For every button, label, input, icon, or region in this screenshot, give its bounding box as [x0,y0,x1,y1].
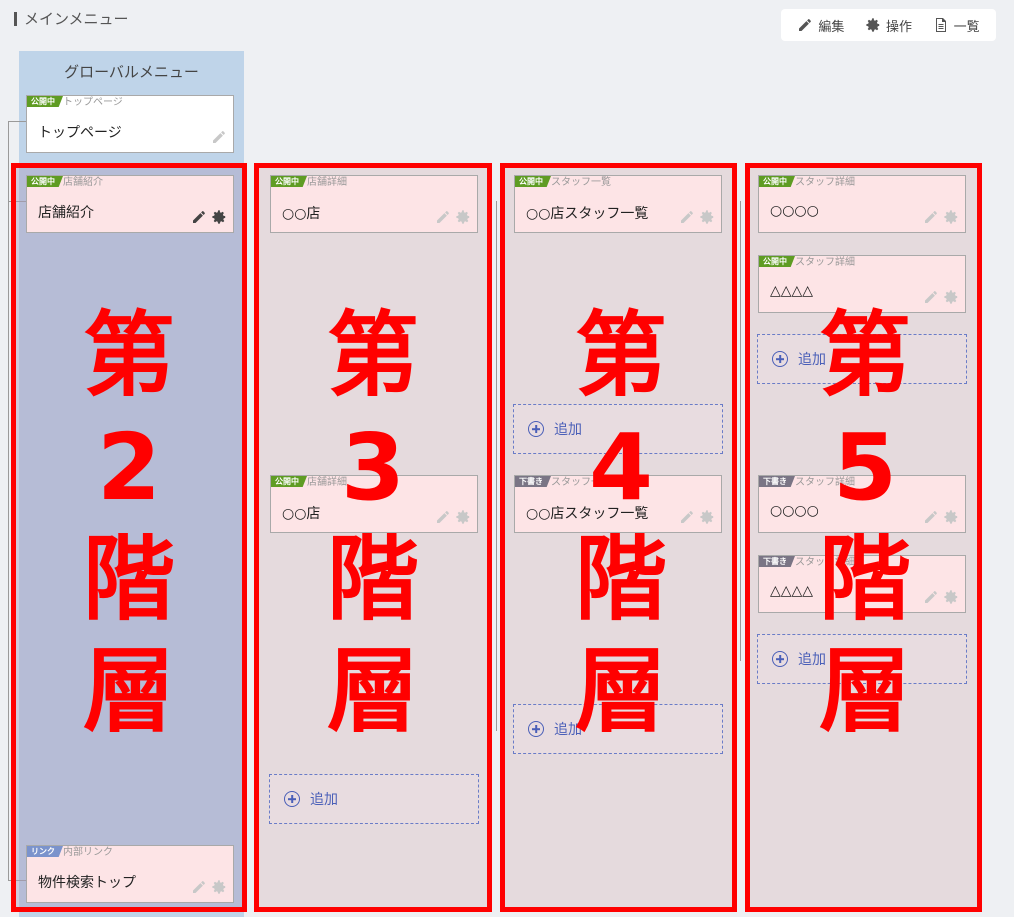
pencil-icon[interactable] [923,589,939,605]
menu-card-top-page[interactable]: 公開中 トップページ トップページ [26,95,234,153]
card-type-label: スタッフ一覧 [551,177,611,188]
add-label: 追加 [310,792,338,808]
list-button[interactable]: 一覧 [933,16,980,35]
status-badge: 下書き [759,476,795,487]
add-circle-icon [772,651,788,667]
pencil-icon[interactable] [923,209,939,225]
card-type-label: スタッフ詳細 [795,177,855,188]
gear-icon[interactable] [211,879,227,895]
add-circle-icon [284,791,300,807]
card-title: △△△△ [770,583,814,599]
status-badge: 公開中 [27,96,63,107]
title-bar-marker [14,11,17,26]
card-title: ○○店 [282,206,321,222]
card-title: 物件検索トップ [38,875,136,891]
gear-icon[interactable] [699,509,715,525]
gear-icon[interactable] [943,289,959,305]
link-badge: リンク [27,846,63,857]
annotation-char: 3 [340,414,405,521]
add-page-button[interactable]: 追加 [269,774,479,824]
status-badge: 下書き [759,556,795,567]
list-label: 一覧 [953,19,980,35]
menu-card-staff-list[interactable]: 公開中 スタッフ一覧 ○○店スタッフ一覧 [514,175,722,233]
annotation-char: 階 [82,526,175,633]
pencil-icon[interactable] [923,509,939,525]
card-title: ○○店スタッフ一覧 [526,206,649,222]
card-type-label: トップページ [63,97,123,108]
gear-icon[interactable] [455,209,471,225]
menu-card-shop-intro[interactable]: 公開中 店舗紹介 店舗紹介 [26,175,234,233]
status-badge: 公開中 [759,256,795,267]
status-badge: 公開中 [271,476,307,487]
card-title: ○○○○ [770,203,819,219]
status-badge: 下書き [515,476,551,487]
gear-icon[interactable] [699,209,715,225]
menu-card-shop-detail[interactable]: 公開中 店舗詳細 ○○店 [270,175,478,233]
card-type-label: 店舗紹介 [63,177,103,188]
card-title: トップページ [38,125,122,141]
annotation-char: 階 [574,526,667,633]
annotation-char: 4 [588,414,653,521]
gear-icon[interactable] [943,209,959,225]
page-title: メインメニュー [14,8,129,29]
operate-label: 操作 [885,19,912,35]
pencil-icon [799,19,812,31]
annotation-char: 5 [832,414,897,521]
page-title-text: メインメニュー [24,10,129,28]
annotation-char: 2 [96,414,161,521]
gear-icon [866,18,880,32]
card-title: 店舗紹介 [38,205,94,221]
edit-label: 編集 [818,19,845,35]
annotation-char: 第 [82,302,175,409]
card-type-label: 店舗詳細 [307,177,347,188]
tree-connector [740,201,741,661]
tree-connector [8,121,9,881]
status-badge: 公開中 [27,176,63,187]
toolbar: 編集 操作 一覧 [781,9,996,41]
operate-button[interactable]: 操作 [865,16,912,35]
annotation-char: 第 [818,302,911,409]
annotation-char: 層 [82,638,175,745]
pencil-icon[interactable] [435,209,451,225]
annotation-char: 層 [574,638,667,745]
status-badge: 公開中 [759,176,795,187]
annotation-char: 階 [326,526,419,633]
card-title: △△△△ [770,283,814,299]
gear-icon[interactable] [943,589,959,605]
add-circle-icon [528,721,544,737]
add-circle-icon [772,351,788,367]
annotation-char: 層 [326,638,419,745]
pencil-icon[interactable] [679,209,695,225]
annotation-char: 第 [574,302,667,409]
gear-icon[interactable] [455,509,471,525]
menu-card-internal-link[interactable]: リンク 内部リンク 物件検索トップ [26,845,234,903]
document-icon [935,18,946,32]
status-badge: 公開中 [271,176,307,187]
global-menu-title: グローバルメニュー [64,63,199,81]
tree-connector [496,201,497,731]
card-title: ○○店 [282,506,321,522]
pencil-icon[interactable] [435,509,451,525]
edit-button[interactable]: 編集 [797,16,844,35]
pencil-icon[interactable] [191,879,207,895]
annotation-char: 第 [326,302,419,409]
pencil-icon[interactable] [679,509,695,525]
pencil-icon[interactable] [191,209,207,225]
annotation-char: 層 [818,638,911,745]
tree-connector [8,121,26,122]
pencil-icon[interactable] [923,289,939,305]
card-type-label: 内部リンク [63,847,113,858]
status-badge: 公開中 [515,176,551,187]
gear-icon[interactable] [943,509,959,525]
annotation-char: 階 [818,526,911,633]
add-circle-icon [528,421,544,437]
card-type-label: スタッフ詳細 [795,257,855,268]
menu-card-staff-detail[interactable]: 公開中 スタッフ詳細 ○○○○ [758,175,966,233]
pencil-icon[interactable] [211,129,227,145]
gear-icon[interactable] [211,209,227,225]
